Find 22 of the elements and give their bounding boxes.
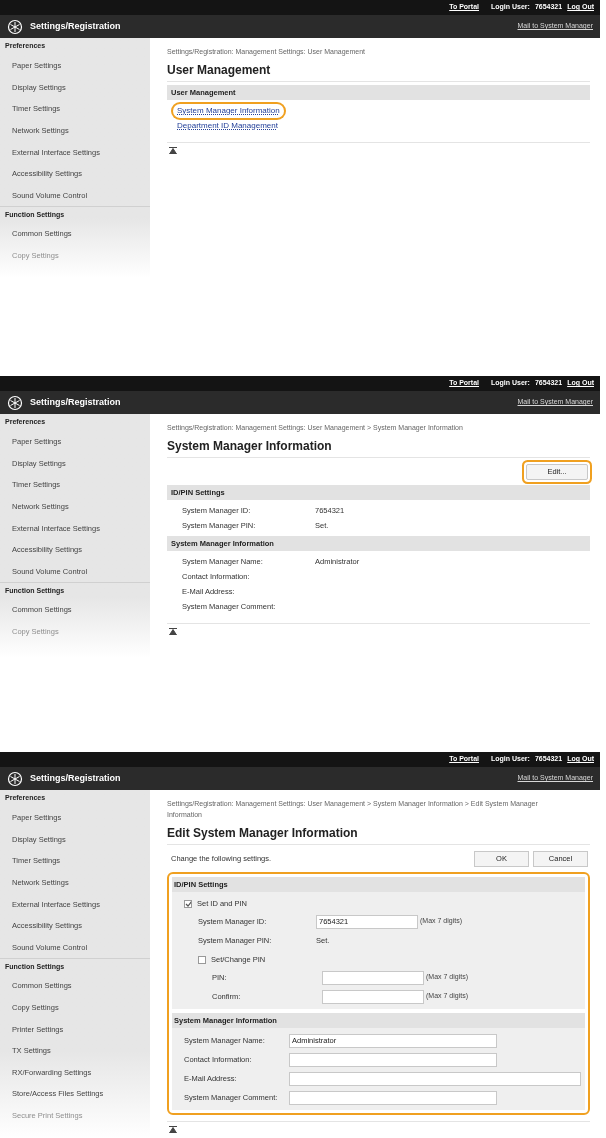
logo-icon xyxy=(7,18,23,35)
page-top-icon[interactable] xyxy=(169,147,177,154)
app-title: Settings/Registration xyxy=(30,771,121,785)
page-top-icon[interactable] xyxy=(169,628,177,635)
logo-icon xyxy=(7,394,23,411)
page-heading: System Manager Information xyxy=(167,437,590,458)
input-field[interactable] xyxy=(322,989,424,1004)
page-heading: Edit System Manager Information xyxy=(167,824,590,845)
link[interactable]: Department ID Management xyxy=(173,118,282,133)
logo-icon xyxy=(7,770,23,787)
input-field[interactable] xyxy=(322,970,424,985)
checkbox[interactable] xyxy=(184,899,192,908)
input-field[interactable] xyxy=(289,1090,497,1105)
link[interactable]: System Manager Information xyxy=(173,103,284,118)
page-heading: User Management xyxy=(167,61,590,82)
check-icon xyxy=(185,900,191,907)
checkbox[interactable] xyxy=(198,955,206,964)
app-title: Settings/Registration xyxy=(30,19,121,33)
input-field[interactable] xyxy=(289,1052,497,1067)
app-title: Settings/Registration xyxy=(30,395,121,409)
input-field[interactable] xyxy=(289,1071,581,1086)
page-top-icon[interactable] xyxy=(169,1126,177,1133)
